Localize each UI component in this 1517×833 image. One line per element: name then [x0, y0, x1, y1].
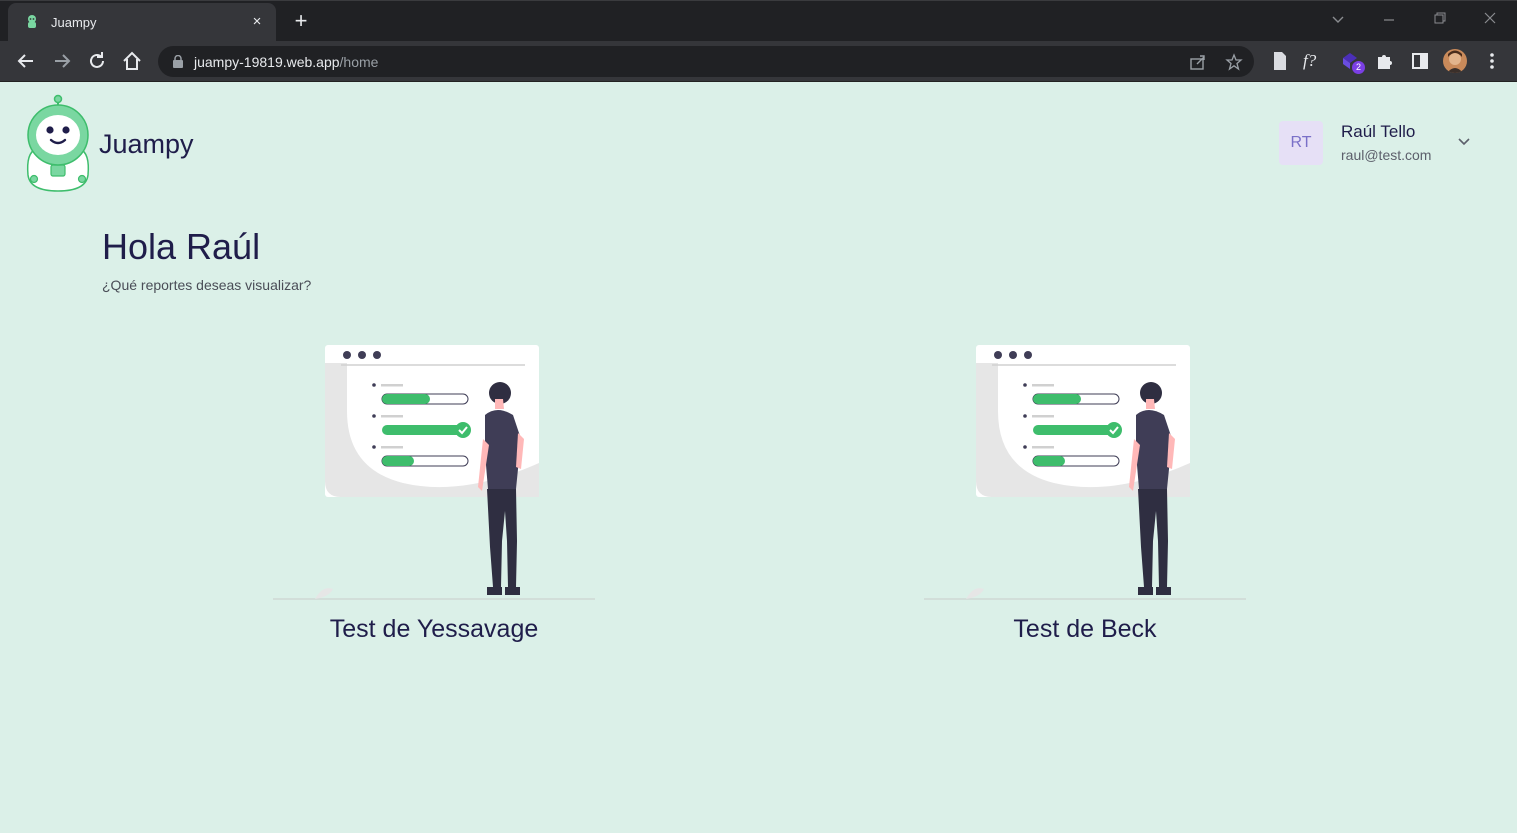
url-path: /home	[339, 54, 379, 70]
lock-icon[interactable]	[172, 55, 184, 68]
document-extension-icon[interactable]	[1268, 49, 1292, 73]
purple-extension-icon[interactable]: 2	[1340, 49, 1365, 74]
user-name: Raúl Tello	[1341, 122, 1416, 141]
puzzle-extensions-icon[interactable]	[1373, 49, 1397, 73]
browser-tab-bar: Juampy × +	[0, 0, 1517, 42]
report-card-yessavage[interactable]: Test de Yessavage	[273, 341, 595, 661]
user-avatar: RT	[1279, 121, 1323, 165]
minimize-icon[interactable]	[1371, 7, 1407, 31]
tab-search-icon[interactable]	[1320, 7, 1356, 31]
url-host: juampy-19819.web.app	[194, 54, 340, 70]
profile-avatar-icon[interactable]	[1443, 49, 1467, 73]
side-panel-icon[interactable]	[1408, 49, 1432, 73]
user-email: raul@test.com	[1341, 147, 1432, 163]
robot-logo-icon[interactable]	[22, 93, 94, 193]
checklist-illustration	[924, 345, 1246, 600]
greeting-subtitle: ¿Qué reportes deseas visualizar?	[102, 277, 312, 293]
card-title[interactable]: Test de Beck	[924, 615, 1246, 644]
greeting-title: Hola Raúl	[102, 226, 261, 267]
restore-icon[interactable]	[1422, 7, 1458, 31]
page-content: Juampy RT Raúl Tello raul@test.com Hola …	[0, 83, 1517, 833]
address-bar[interactable]: juampy-19819.web.app/home	[158, 46, 1254, 77]
report-card-beck[interactable]: Test de Beck	[924, 341, 1246, 661]
browser-menu-icon[interactable]	[1480, 49, 1504, 73]
extension-badge: 2	[1352, 61, 1365, 74]
share-icon[interactable]	[1189, 53, 1207, 71]
checklist-illustration	[273, 345, 595, 600]
card-title[interactable]: Test de Yessavage	[273, 615, 595, 644]
star-icon[interactable]	[1225, 53, 1243, 71]
browser-toolbar: juampy-19819.web.app/home f? 2	[0, 41, 1517, 82]
user-menu[interactable]: RT Raúl Tello raul@test.com	[1279, 119, 1479, 169]
chevron-down-icon[interactable]	[1456, 133, 1472, 149]
back-icon[interactable]	[14, 49, 38, 73]
url-text: juampy-19819.web.app/home	[194, 54, 378, 70]
forward-icon[interactable]	[50, 49, 74, 73]
close-window-icon[interactable]	[1472, 7, 1508, 31]
home-icon[interactable]	[120, 49, 144, 73]
browser-tab[interactable]: Juampy ×	[8, 3, 276, 42]
formula-extension-icon[interactable]: f?	[1303, 49, 1327, 73]
brand-name: Juampy	[99, 129, 194, 159]
juampy-favicon-icon	[28, 15, 36, 28]
new-tab-button[interactable]: +	[288, 9, 314, 35]
tab-title: Juampy	[51, 15, 97, 30]
tab-close-icon[interactable]: ×	[247, 12, 267, 32]
reload-icon[interactable]	[85, 49, 109, 73]
